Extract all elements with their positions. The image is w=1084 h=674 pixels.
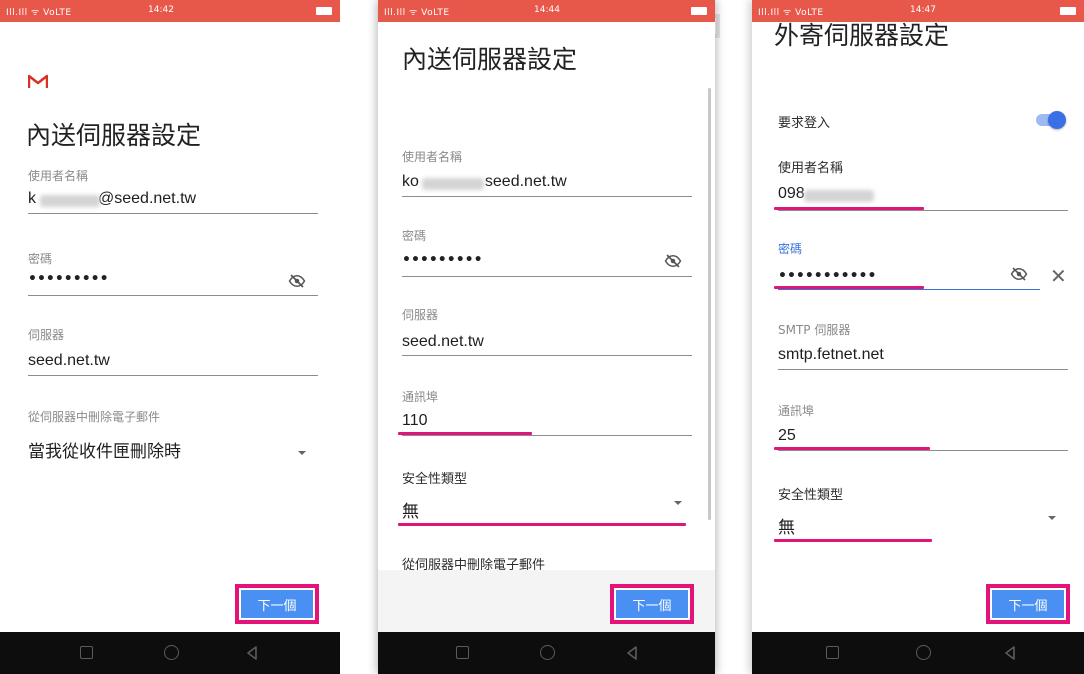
nav-bar	[752, 632, 1084, 674]
username-label: 使用者名稱	[402, 150, 463, 164]
signal-indicator: Ill.Ill ᯤ VoLTE	[384, 8, 450, 18]
page-title: 內送伺服器設定	[402, 45, 578, 74]
next-button-highlight: 下一個	[235, 584, 319, 624]
username-prefix: k	[28, 190, 36, 207]
security-select[interactable]: 無	[778, 513, 795, 538]
next-button[interactable]: 下一個	[616, 590, 688, 618]
username-underline	[778, 210, 1068, 211]
security-select[interactable]: 無	[402, 497, 419, 522]
dropdown-caret-icon[interactable]	[674, 501, 682, 505]
port-field[interactable]: 25	[778, 427, 796, 445]
redaction-blur	[804, 190, 874, 202]
next-button[interactable]: 下一個	[992, 590, 1064, 618]
port-label: 通訊埠	[402, 390, 439, 404]
password-underline-active	[778, 289, 1040, 290]
dropdown-caret-icon[interactable]	[298, 451, 306, 455]
password-label: 密碼	[402, 229, 427, 243]
username-prefix: ko	[402, 173, 419, 190]
status-time: 14:42	[148, 5, 174, 15]
nav-back-icon[interactable]	[626, 646, 638, 660]
nav-bar	[378, 632, 715, 674]
server-field[interactable]: smtp.fetnet.net	[778, 346, 884, 364]
server-field[interactable]: seed.net.tw	[402, 333, 484, 351]
page-title: 外寄伺服器設定	[774, 21, 950, 50]
status-bar: Ill.Ill ᯤ VoLTE 14:42	[0, 0, 340, 22]
server-underline	[28, 375, 318, 376]
security-highlight	[398, 523, 686, 526]
port-underline	[402, 435, 692, 436]
redaction-blur	[422, 178, 484, 190]
nav-bar	[0, 632, 340, 674]
password-field[interactable]: •••••••••	[402, 252, 483, 268]
battery-icon	[691, 7, 707, 15]
delete-label: 從伺服器中刪除電子郵件	[28, 410, 161, 424]
nav-recents-icon[interactable]	[826, 646, 839, 659]
next-button[interactable]: 下一個	[241, 590, 313, 618]
port-field[interactable]: 110	[402, 412, 428, 430]
eye-off-icon[interactable]	[664, 252, 682, 270]
username-field[interactable]: 098	[778, 185, 805, 203]
username-underline	[402, 196, 692, 197]
delete-select[interactable]: 當我從收件匣刪除時	[28, 437, 181, 462]
redaction-blur	[40, 195, 100, 207]
password-highlight	[774, 286, 924, 289]
port-highlight	[398, 432, 532, 435]
port-label: 通訊埠	[778, 404, 815, 418]
server-label: 伺服器	[402, 308, 439, 322]
server-label: 伺服器	[28, 328, 65, 342]
password-label: 密碼	[28, 252, 53, 266]
battery-icon	[1060, 7, 1076, 15]
nav-back-icon[interactable]	[1004, 646, 1016, 660]
nav-recents-icon[interactable]	[80, 646, 93, 659]
server-field[interactable]: seed.net.tw	[28, 352, 110, 370]
require-login-label: 要求登入	[778, 116, 831, 131]
dropdown-caret-icon[interactable]	[1048, 516, 1056, 520]
password-label: 密碼	[778, 242, 803, 256]
password-underline	[28, 295, 318, 296]
next-button-highlight: 下一個	[986, 584, 1070, 624]
nav-home-icon[interactable]	[916, 645, 931, 660]
battery-icon	[316, 7, 332, 15]
username-underline	[28, 213, 318, 214]
username-label: 使用者名稱	[778, 161, 844, 176]
security-highlight	[774, 539, 932, 542]
nav-recents-icon[interactable]	[456, 646, 469, 659]
scrollbar[interactable]	[708, 88, 711, 520]
server-label: SMTP 伺服器	[778, 323, 851, 337]
eye-off-icon[interactable]	[1010, 265, 1028, 283]
status-bar: Ill.Ill ᯤ VoLTE 14:44	[378, 0, 715, 22]
page-title: 內送伺服器設定	[26, 121, 202, 150]
toggle-knob[interactable]	[1048, 111, 1066, 129]
port-underline	[778, 450, 1068, 451]
server-underline	[778, 369, 1068, 370]
password-field[interactable]: •••••••••	[28, 271, 109, 287]
close-icon[interactable]: ✕	[1050, 266, 1067, 286]
nav-home-icon[interactable]	[540, 645, 555, 660]
username-suffix: @seed.net.tw	[98, 190, 197, 207]
phone-screen-3: Ill.Ill ᯤ VoLTE 14:47 外寄伺服器設定 要求登入 使用者名稱…	[752, 0, 1084, 674]
signal-indicator: Ill.Ill ᯤ VoLTE	[6, 8, 72, 18]
security-label: 安全性類型	[778, 488, 844, 503]
status-time: 14:47	[910, 5, 936, 15]
security-label: 安全性類型	[402, 472, 468, 487]
password-field[interactable]: •••••••••••	[778, 268, 876, 284]
phone-screen-1: Ill.Ill ᯤ VoLTE 14:42 內送伺服器設定 使用者名稱 k @se…	[0, 0, 340, 674]
eye-off-icon[interactable]	[288, 272, 306, 290]
nav-back-icon[interactable]	[246, 646, 258, 660]
phone-screen-2: Ill.Ill ᯤ VoLTE 14:44 內送伺服器設定 使用者名稱 ko se…	[378, 0, 715, 674]
next-button-highlight: 下一個	[610, 584, 694, 624]
username-label: 使用者名稱	[28, 169, 89, 183]
port-highlight	[774, 447, 930, 450]
status-time: 14:44	[534, 5, 560, 15]
password-underline	[402, 276, 692, 277]
username-highlight	[774, 207, 924, 210]
username-suffix: seed.net.tw	[484, 173, 567, 190]
server-underline	[402, 355, 692, 356]
gmail-logo-icon	[28, 74, 48, 88]
nav-home-icon[interactable]	[164, 645, 179, 660]
